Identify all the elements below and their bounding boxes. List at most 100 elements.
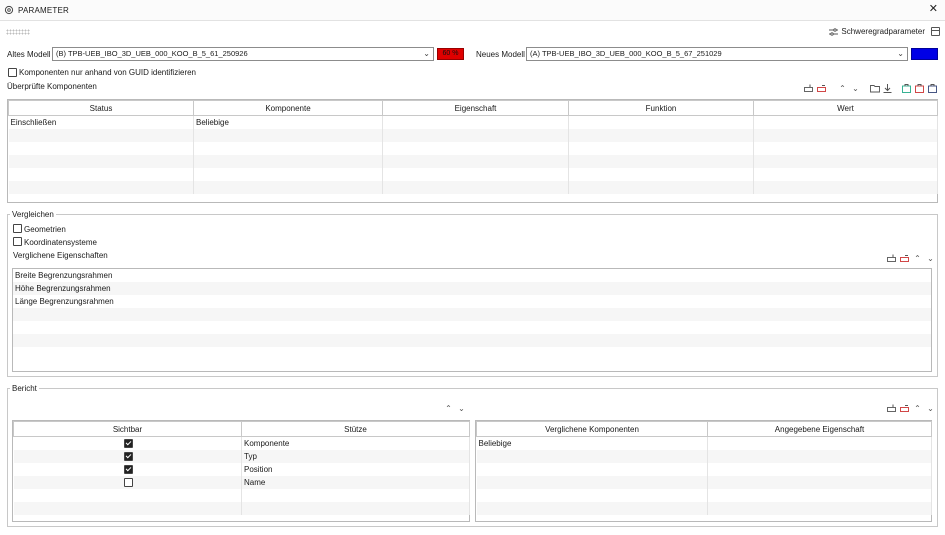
add-row-icon[interactable] xyxy=(887,404,896,413)
chevron-down-icon: ⌄ xyxy=(423,49,430,58)
components-toolbar: ⌃ ⌄ xyxy=(804,84,937,93)
old-model-select[interactable]: (B) TPB-UEB_IBO_3D_UEB_000_KOO_B_5_61_25… xyxy=(52,47,434,61)
chevron-down-icon: ⌄ xyxy=(897,49,904,58)
table-row xyxy=(8,154,938,168)
visible-checkbox[interactable] xyxy=(123,451,133,461)
guid-checkbox[interactable] xyxy=(8,68,17,77)
move-up-icon[interactable]: ⌃ xyxy=(838,84,847,93)
open-folder-icon[interactable] xyxy=(870,84,880,93)
column-header-status[interactable]: Status xyxy=(8,100,194,116)
table-row xyxy=(13,501,470,515)
guid-checkbox-label: Komponenten nur anhand von GUID identifi… xyxy=(19,68,196,77)
table-row[interactable]: Typ xyxy=(13,449,470,463)
table-cell[interactable]: Einschließen xyxy=(8,115,194,129)
visible-checkbox[interactable] xyxy=(123,464,133,474)
table-cell[interactable] xyxy=(753,115,938,129)
table-row[interactable]: Komponente xyxy=(13,436,470,450)
table-row[interactable]: Beliebige xyxy=(476,436,932,450)
geometry-checkbox[interactable] xyxy=(13,224,22,233)
table-cell[interactable] xyxy=(707,436,932,450)
list-item[interactable]: Breite Begrenzungsrahmen xyxy=(13,269,931,282)
add-row-icon[interactable] xyxy=(804,84,813,93)
list-item xyxy=(13,308,931,321)
table-row xyxy=(8,167,938,181)
table-row xyxy=(476,475,932,489)
properties-toolbar: ⌃ ⌄ xyxy=(887,254,935,263)
column-header-function[interactable]: Funktion xyxy=(568,100,754,116)
severity-parameters-label: Schweregradparameter xyxy=(841,27,925,36)
table-row[interactable]: Einschließen Beliebige xyxy=(8,115,938,129)
new-model-value: (A) TPB-UEB_IBO_3D_UEB_000_KOO_B_5_67_25… xyxy=(530,49,722,58)
export-icon[interactable] xyxy=(928,84,937,93)
coordinate-systems-checkbox[interactable] xyxy=(13,237,22,246)
move-up-icon[interactable]: ⌃ xyxy=(913,254,922,263)
geometry-checkbox-label: Geometrien xyxy=(24,225,66,234)
column-header-support[interactable]: Stütze xyxy=(241,421,470,437)
move-down-icon[interactable]: ⌄ xyxy=(926,254,935,263)
list-item xyxy=(13,334,931,347)
visible-checkbox[interactable] xyxy=(123,439,133,448)
table-row xyxy=(8,141,938,155)
table-row xyxy=(8,128,938,142)
move-down-icon[interactable]: ⌄ xyxy=(926,404,935,413)
checked-components-title: Überprüfte Komponenten xyxy=(7,82,97,91)
table-cell[interactable] xyxy=(382,115,569,129)
remove-row-icon[interactable] xyxy=(817,84,826,93)
table-row xyxy=(8,180,938,194)
table-cell: Komponente xyxy=(241,436,470,450)
remove-row-icon[interactable] xyxy=(900,404,909,413)
table-row xyxy=(13,488,470,502)
table-row xyxy=(476,462,932,476)
table-cell: Position xyxy=(241,462,470,476)
table-row xyxy=(476,488,932,502)
compared-properties-title: Verglichene Eigenschaften xyxy=(13,251,108,260)
list-item[interactable]: Höhe Begrenzungsrahmen xyxy=(13,282,931,295)
new-model-select[interactable]: (A) TPB-UEB_IBO_3D_UEB_000_KOO_B_5_67_25… xyxy=(526,47,908,61)
move-down-icon[interactable]: ⌄ xyxy=(851,84,860,93)
table-row[interactable]: Position xyxy=(13,462,470,476)
column-header-component[interactable]: Komponente xyxy=(193,100,383,116)
visible-checkbox[interactable] xyxy=(123,477,133,487)
table-cell: Name xyxy=(241,475,470,489)
old-model-match-badge: 60 % xyxy=(437,48,464,60)
coordinate-systems-checkbox-label: Koordinatensysteme xyxy=(24,238,97,247)
compared-properties-list: Breite Begrenzungsrahmen Höhe Begrenzung… xyxy=(12,268,932,372)
list-item[interactable]: Länge Begrenzungsrahmen xyxy=(13,295,931,308)
report-group-title: Bericht xyxy=(10,384,39,393)
table-cell[interactable] xyxy=(568,115,754,129)
column-header-property[interactable]: Eigenschaft xyxy=(382,100,569,116)
column-header-specified-property[interactable]: Angegebene Eigenschaft xyxy=(707,421,932,437)
window-title: PARAMETER xyxy=(18,6,69,15)
side-panel-icon[interactable] xyxy=(931,27,940,36)
delete-red-icon[interactable] xyxy=(915,84,924,93)
move-down-icon[interactable]: ⌄ xyxy=(457,404,466,413)
remove-row-icon[interactable] xyxy=(900,254,909,263)
list-item xyxy=(13,321,931,334)
column-header-visible[interactable]: Sichtbar xyxy=(13,421,242,437)
table-row xyxy=(476,501,932,515)
download-icon[interactable] xyxy=(883,84,892,93)
title-bar: PARAMETER ✕ xyxy=(0,0,945,21)
sliders-icon xyxy=(829,27,839,36)
table-row xyxy=(476,449,932,463)
severity-parameters-button[interactable]: Schweregradparameter xyxy=(829,27,925,36)
gear-icon xyxy=(4,5,14,15)
drag-handle[interactable] xyxy=(6,29,30,35)
report-left-toolbar: ⌃ ⌄ xyxy=(444,404,466,413)
add-row-icon[interactable] xyxy=(887,254,896,263)
column-header-compared-components[interactable]: Verglichene Komponenten xyxy=(476,421,708,437)
table-cell[interactable]: Beliebige xyxy=(193,115,383,129)
move-up-icon[interactable]: ⌃ xyxy=(444,404,453,413)
checked-components-table: Status Komponente Eigenschaft Funktion W… xyxy=(7,99,938,203)
old-model-value: (B) TPB-UEB_IBO_3D_UEB_000_KOO_B_5_61_25… xyxy=(56,49,248,58)
table-cell: Typ xyxy=(241,449,470,463)
close-icon[interactable]: ✕ xyxy=(929,4,938,15)
move-up-icon[interactable]: ⌃ xyxy=(913,404,922,413)
column-header-value[interactable]: Wert xyxy=(753,100,938,116)
save-green-icon[interactable] xyxy=(902,84,911,93)
compare-group-title: Vergleichen xyxy=(10,210,56,219)
table-row[interactable]: Name xyxy=(13,475,470,489)
report-right-toolbar: ⌃ ⌄ xyxy=(887,404,935,413)
new-model-color-swatch[interactable] xyxy=(911,48,938,60)
table-cell[interactable]: Beliebige xyxy=(476,436,708,450)
